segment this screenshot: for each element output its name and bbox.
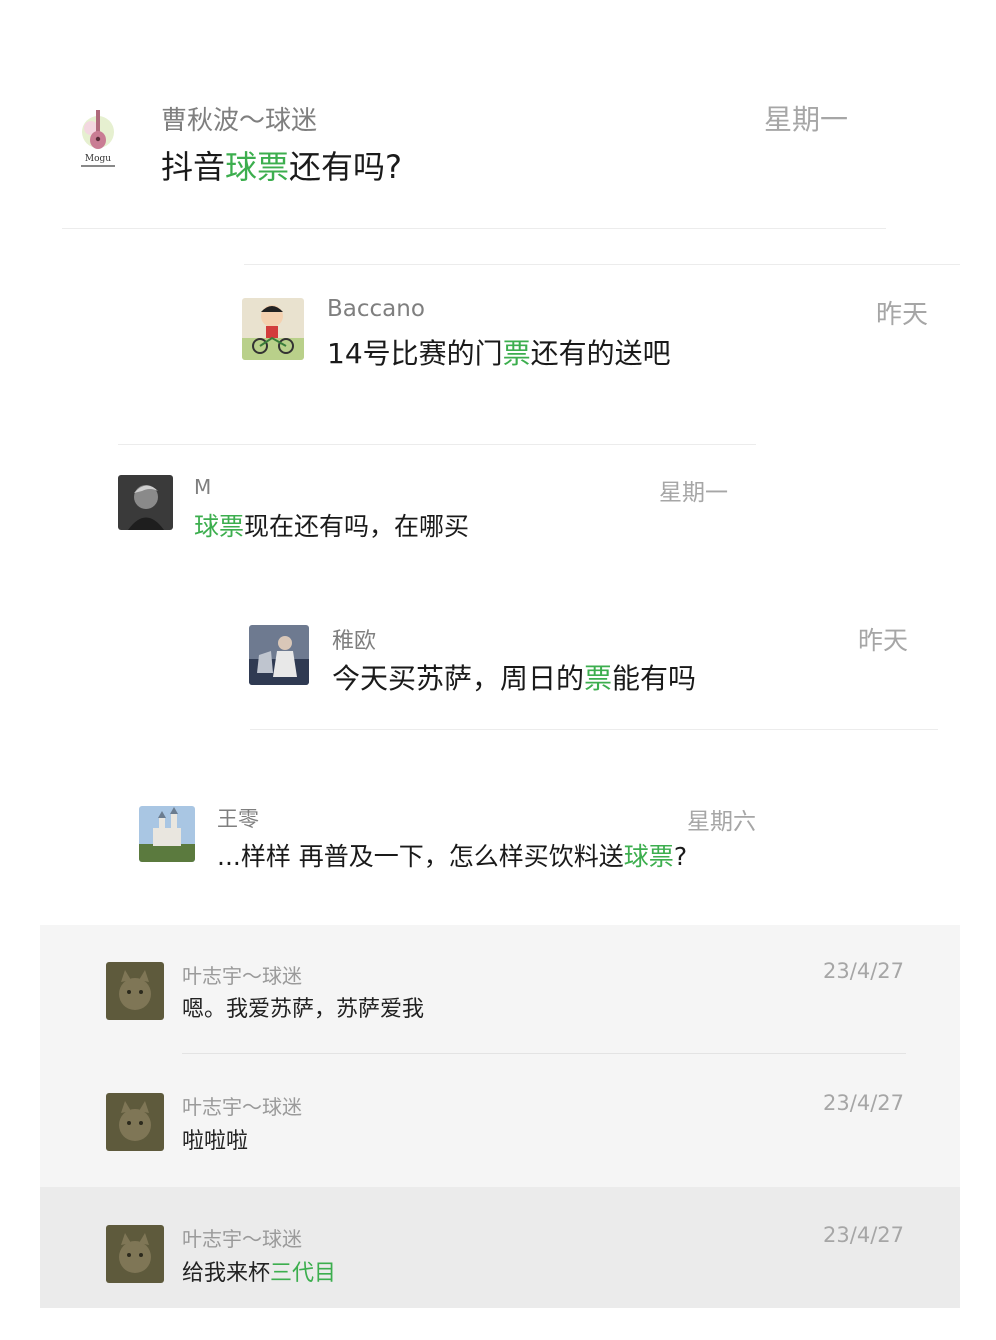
sender-name: M	[194, 475, 212, 499]
divider	[118, 444, 756, 445]
dark-portrait-avatar	[118, 475, 173, 530]
divider	[244, 264, 960, 265]
message-text: 球票现在还有吗，在哪买	[194, 512, 470, 541]
message-time: 星期一	[659, 480, 728, 506]
message-time: 昨天	[875, 300, 928, 330]
keyword-highlight: 票	[502, 337, 531, 370]
chat-result-item[interactable]: 叶志宇～球迷 23/4/27 啦啦啦	[40, 1055, 960, 1186]
cat-photo-avatar	[106, 1093, 164, 1151]
divider	[62, 228, 886, 229]
chat-result-item[interactable]: 王零 星期六 ...样样 再普及一下，怎么样买饮料送球票?	[130, 785, 780, 895]
message-time: 星期六	[687, 809, 756, 835]
divider	[250, 729, 938, 730]
message-text: 嗯。我爱苏萨，苏萨爱我	[182, 997, 425, 1022]
chat-result-item[interactable]: Mogu 曹秋波～球迷 星期一 抖音球票还有吗?	[0, 0, 996, 230]
message-time: 23/4/27	[823, 959, 904, 983]
chat-result-item[interactable]: M 星期一 球票现在还有吗，在哪买	[110, 455, 760, 565]
castle-photo-avatar	[139, 806, 195, 862]
message-time: 23/4/27	[823, 1223, 904, 1247]
message-time: 星期一	[763, 103, 848, 136]
cat-photo-avatar	[106, 1225, 164, 1283]
keyword-highlight: 球票	[623, 842, 674, 871]
photo-avatar	[249, 625, 309, 685]
sender-name: 稚欧	[332, 629, 377, 654]
message-text: 啦啦啦	[182, 1129, 249, 1154]
cartoon-boy-bike-avatar	[242, 298, 304, 360]
divider	[182, 1053, 906, 1054]
sender-name: 叶志宇～球迷	[182, 1095, 302, 1119]
sender-name: 叶志宇～球迷	[182, 964, 302, 988]
sender-name: 王零	[217, 807, 259, 831]
cat-photo-avatar	[106, 962, 164, 1020]
message-text: 14号比赛的门票还有的送吧	[327, 337, 671, 370]
sender-name: 曹秋波～球迷	[161, 106, 318, 136]
keyword-highlight: 球票	[194, 512, 245, 541]
keyword-highlight: 三代目	[270, 1261, 337, 1286]
message-time: 昨天	[857, 626, 908, 655]
message-text: 给我来杯三代目	[182, 1261, 337, 1286]
message-text: 今天买苏萨，周日的票能有吗	[332, 662, 697, 695]
chat-result-item[interactable]: Baccano 昨天 14号比赛的门票还有的送吧	[230, 270, 960, 430]
chat-result-item[interactable]: 稚欧 昨天 今天买苏萨，周日的票能有吗	[240, 605, 940, 725]
message-text: 抖音球票还有吗?	[161, 148, 403, 186]
chat-result-item-selected[interactable]: 叶志宇～球迷 23/4/27 给我来杯三代目	[40, 1187, 960, 1308]
svg-text:Mogu: Mogu	[85, 154, 111, 164]
keyword-highlight: 票	[584, 662, 613, 695]
message-text: ...样样 再普及一下，怎么样买饮料送球票?	[217, 842, 688, 871]
sender-name: Baccano	[327, 296, 425, 322]
message-time: 23/4/27	[823, 1091, 904, 1115]
keyword-highlight: 球票	[225, 148, 290, 186]
ukulele-logo-avatar: Mogu	[76, 106, 120, 172]
sender-name: 叶志宇～球迷	[182, 1227, 302, 1251]
chat-result-item[interactable]: 叶志宇～球迷 23/4/27 嗯。我爱苏萨，苏萨爱我	[40, 925, 960, 1054]
chat-history-panel: 叶志宇～球迷 23/4/27 嗯。我爱苏萨，苏萨爱我 叶志宇～球迷 23/4/2…	[40, 925, 960, 1308]
